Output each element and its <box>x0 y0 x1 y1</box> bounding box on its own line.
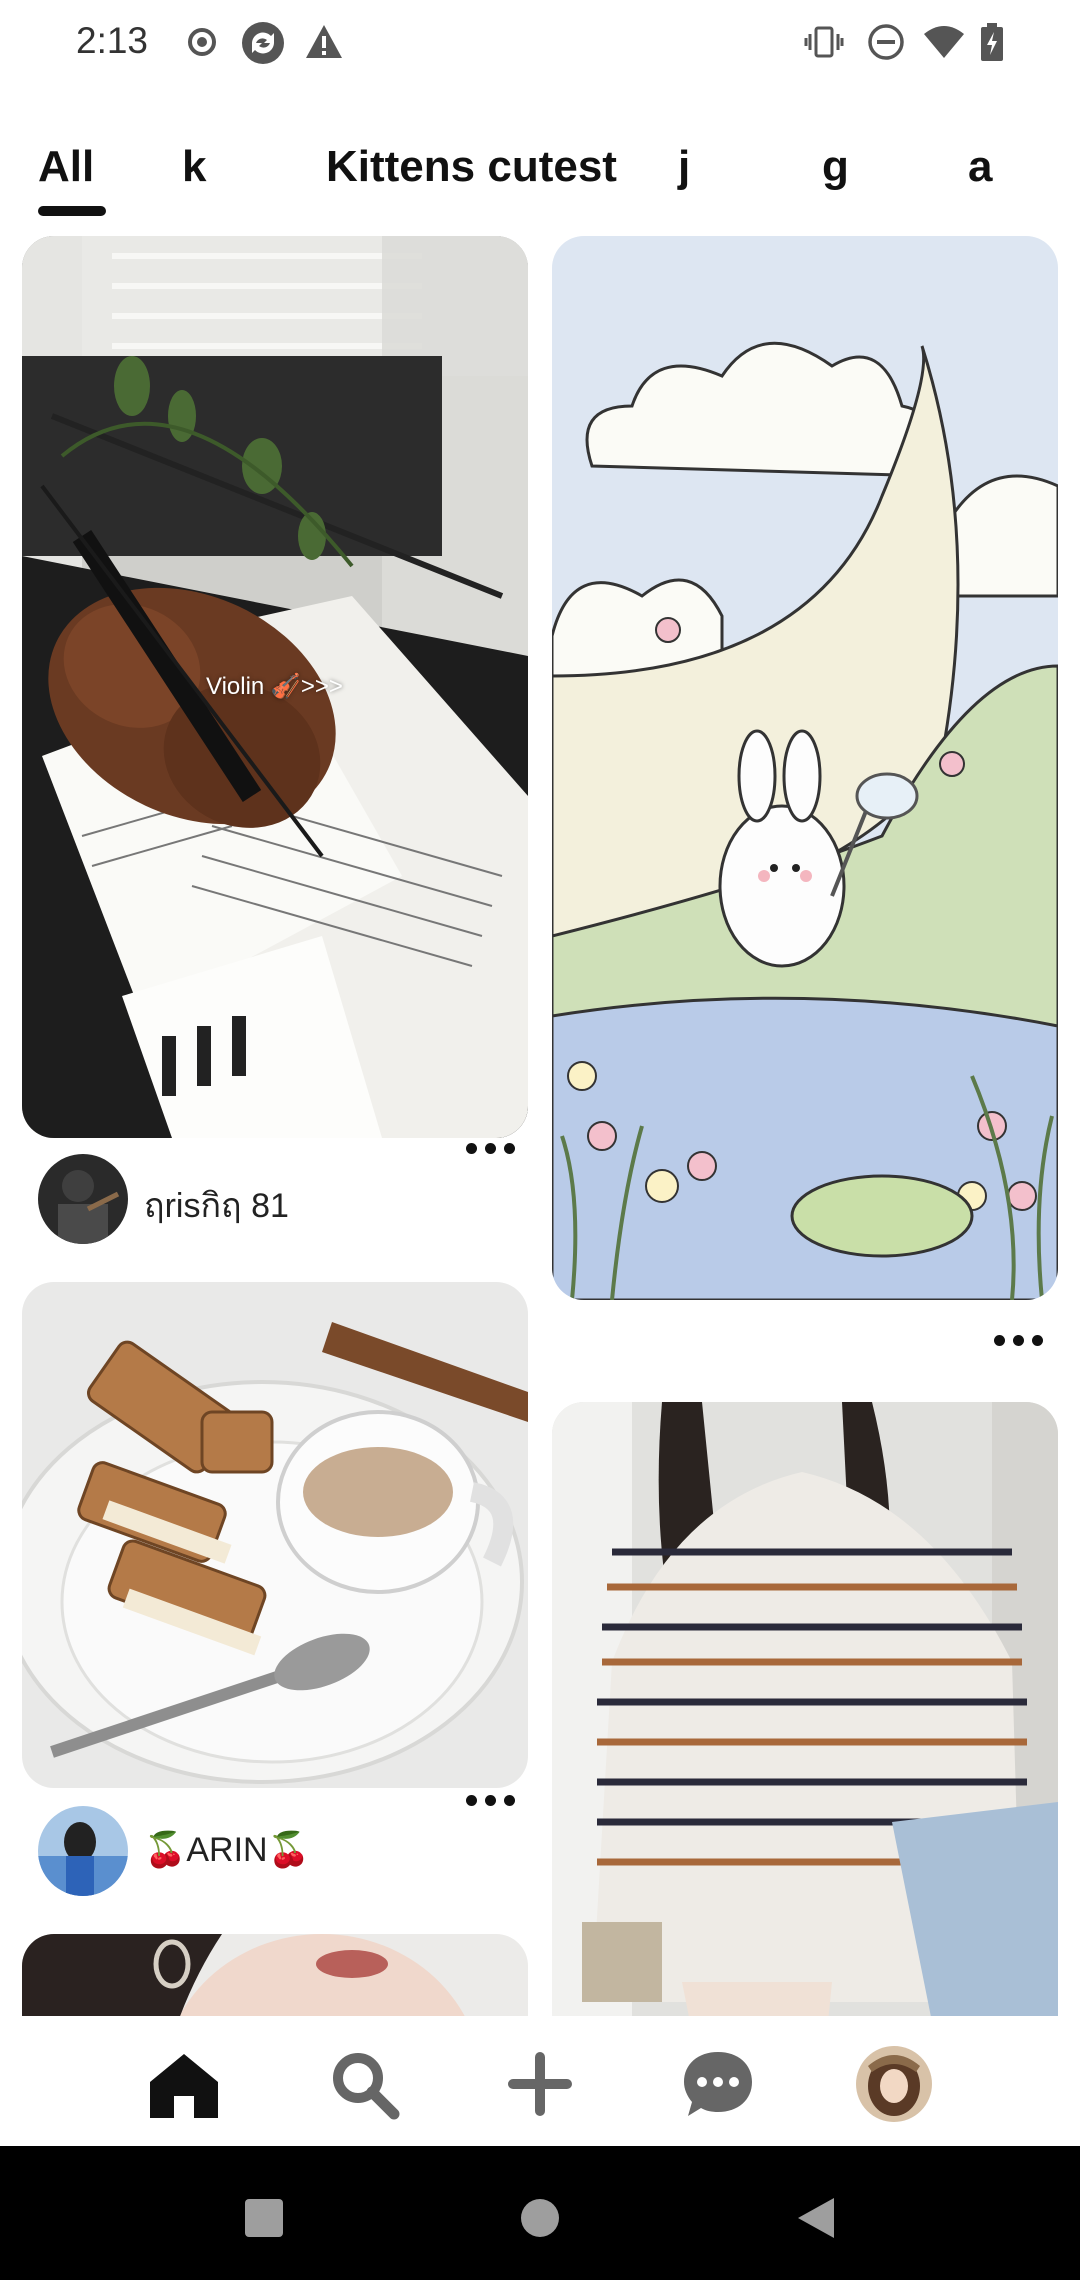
tab-g[interactable]: g <box>822 142 849 192</box>
back-triangle-icon[interactable] <box>796 2196 836 2240</box>
tab-k[interactable]: k <box>182 142 206 192</box>
tab-j[interactable]: j <box>678 142 690 192</box>
pin-meta-biscoff: 🍒ARIN🍒 <box>38 1795 528 1896</box>
plus-icon[interactable] <box>502 2046 578 2122</box>
author-name[interactable]: ฤrisกิฤ 81 <box>144 1178 289 1232</box>
status-bar: 2:13 <box>0 0 1080 88</box>
record-icon <box>182 22 222 62</box>
pin-image-biscoff-coffee[interactable] <box>22 1282 528 1788</box>
pin-feed[interactable]: Violin 🎻>>> ฤrisกิฤ 81 🍒ARIN🍒 <box>0 232 1080 2016</box>
recents-square-icon[interactable] <box>244 2198 284 2238</box>
battery-icon <box>978 22 1006 62</box>
search-icon[interactable] <box>326 2046 402 2122</box>
pin-image-violin[interactable]: Violin 🎻>>> <box>22 236 528 1138</box>
pin-overlay-text: Violin 🎻>>> <box>206 673 343 700</box>
author-avatar[interactable] <box>38 1806 128 1896</box>
do-not-disturb-icon <box>866 22 906 62</box>
home-icon[interactable] <box>146 2046 222 2122</box>
more-options-icon[interactable] <box>466 1140 516 1156</box>
sync-icon <box>240 20 286 66</box>
pin-meta-violin: ฤrisกิฤ 81 <box>38 1143 528 1244</box>
more-options-icon[interactable] <box>466 1792 516 1808</box>
pin-image-bunny-moon[interactable] <box>552 236 1058 1300</box>
chat-icon[interactable] <box>680 2046 756 2122</box>
tab-a[interactable]: a <box>968 142 992 192</box>
author-name[interactable]: 🍒ARIN🍒 <box>144 1830 310 1870</box>
author-avatar[interactable] <box>38 1154 128 1244</box>
bottom-navigation <box>0 2016 1080 2146</box>
tab-all[interactable]: All <box>38 142 94 192</box>
vibrate-icon <box>804 22 844 62</box>
selected-tab-indicator <box>38 206 106 216</box>
board-tabs: All k Kittens cutest j g a <box>0 130 1080 220</box>
home-circle-icon[interactable] <box>520 2198 560 2238</box>
profile-avatar[interactable] <box>856 2046 932 2122</box>
tab-kittens-cutest[interactable]: Kittens cutest <box>326 142 617 192</box>
status-time: 2:13 <box>76 20 149 61</box>
wifi-icon <box>922 22 966 62</box>
more-options-icon[interactable] <box>994 1332 1044 1348</box>
warning-icon <box>304 22 344 62</box>
pin-image-portrait[interactable] <box>22 1934 528 2016</box>
pin-image-striped-sweater[interactable] <box>552 1402 1058 2016</box>
system-navigation-bar <box>0 2146 1080 2280</box>
